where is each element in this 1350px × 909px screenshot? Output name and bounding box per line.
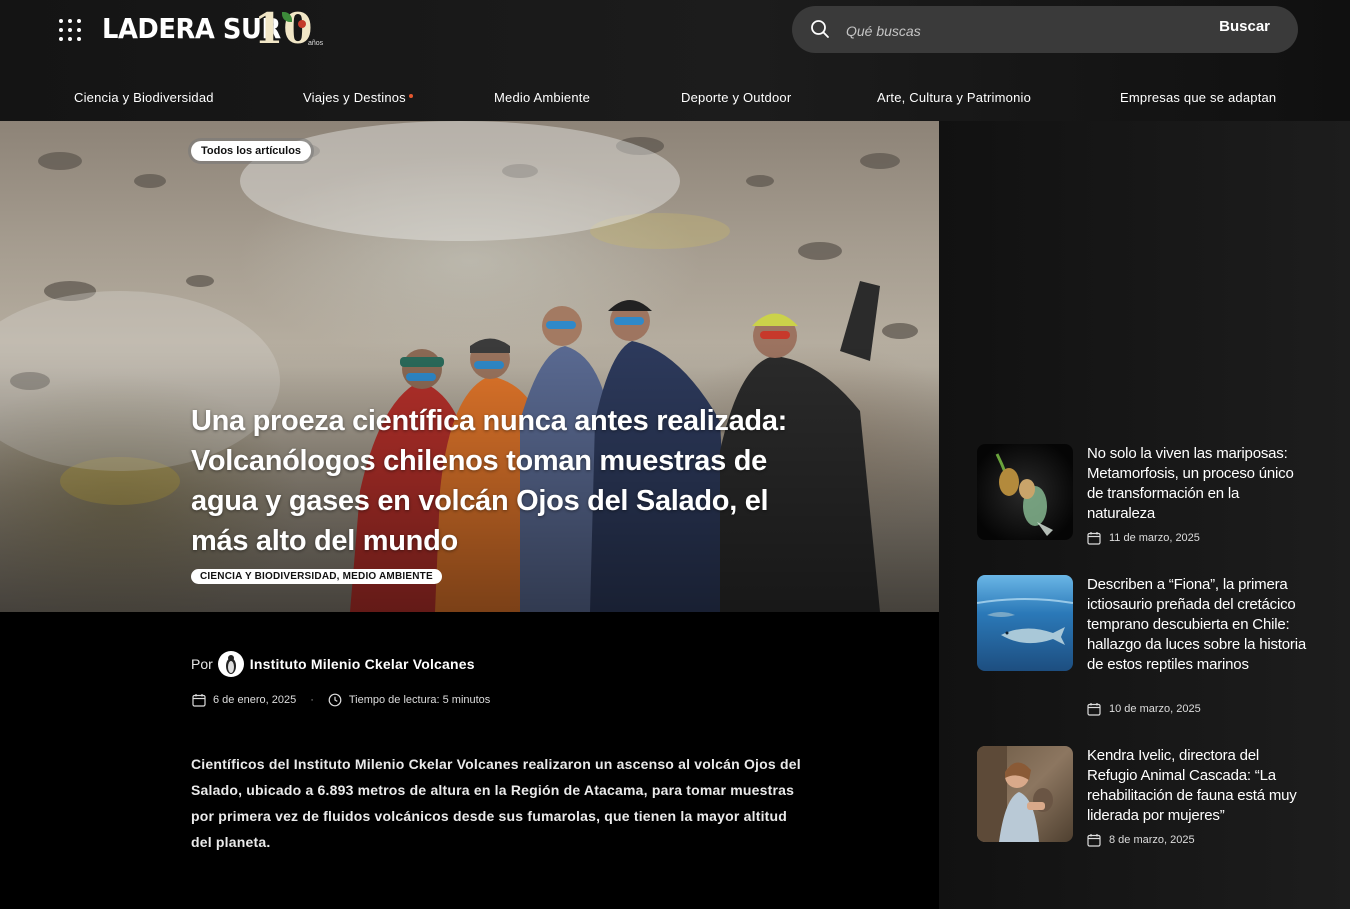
hero-image: Todos los artículos Una proeza científic…: [0, 121, 939, 612]
new-indicator-dot: [408, 94, 413, 98]
logo-anos: años: [308, 40, 324, 47]
nav-item-medio-ambiente[interactable]: Medio Ambiente: [494, 90, 590, 105]
related-title: No solo la viven las mariposas: Metamorf…: [1087, 445, 1294, 522]
nav-item-viajes[interactable]: Viajes y Destinos: [303, 90, 413, 105]
reading-time: Tiempo de lectura: 5 minutos: [348, 694, 491, 706]
nav-item-arte[interactable]: Arte, Cultura y Patrimonio: [877, 90, 1031, 105]
search-button[interactable]: Buscar: [1219, 18, 1270, 35]
related-thumbnail-metamorphosis: [977, 444, 1073, 540]
related-date: 8 de marzo, 2025: [1087, 833, 1195, 847]
meta-separator: ·: [310, 694, 314, 706]
related-article-card[interactable]: Kendra Ivelic, directora del Refugio Ani…: [977, 746, 1317, 848]
article-title: Una proeza científica nunca antes realiz…: [191, 405, 787, 557]
related-title: Kendra Ivelic, directora del Refugio Ani…: [1087, 747, 1297, 824]
site-header: LADERA SUR 10 años Buscar Ciencia y Biod…: [0, 0, 1350, 121]
ichthyosaur-image: [977, 598, 1073, 645]
woman-with-animal-image: [977, 746, 1053, 842]
nav-item-ciencia[interactable]: Ciencia y Biodiversidad: [74, 90, 214, 105]
grid-menu-icon[interactable]: [58, 18, 82, 42]
author-name-link[interactable]: Instituto Milenio Ckelar Volcanes: [250, 656, 475, 672]
logo-anniversary-number: 10: [254, 4, 313, 53]
insect-image: [995, 453, 1053, 536]
nav-item-viajes-label: Viajes y Destinos: [303, 90, 406, 105]
clock-icon: [328, 693, 342, 707]
penguin-icon: [225, 655, 236, 674]
nav-item-deporte[interactable]: Deporte y Outdoor: [681, 90, 791, 105]
byline: Por Instituto Milenio Ckelar Volcanes: [191, 650, 475, 678]
nav-item-empresas[interactable]: Empresas que se adaptan: [1120, 90, 1276, 105]
related-title: Describen a “Fiona”, la primera ictiosau…: [1087, 576, 1306, 673]
main-nav: Ciencia y Biodiversidad Viajes y Destino…: [0, 90, 1350, 114]
article-lead: Científicos del Instituto Milenio Ckelar…: [191, 756, 801, 850]
calendar-icon: [1087, 532, 1101, 545]
article-meta: 6 de enero, 2025 · Tiempo de lectura: 5 …: [192, 691, 490, 709]
article-date: 6 de enero, 2025: [213, 694, 297, 706]
related-article-card[interactable]: Describen a “Fiona”, la primera ictiosau…: [977, 575, 1317, 717]
search-bar: Buscar: [792, 6, 1298, 55]
related-date: 10 de marzo, 2025: [1087, 702, 1201, 716]
calendar-icon: [1087, 703, 1101, 716]
search-icon: [811, 20, 829, 38]
related-thumbnail-kendra: [977, 746, 1073, 842]
related-date: 11 de marzo, 2025: [1087, 531, 1200, 545]
calendar-icon: [192, 694, 206, 707]
author-avatar[interactable]: [217, 651, 244, 677]
search-input[interactable]: [844, 6, 1178, 55]
berry-icon: [298, 20, 306, 28]
related-date-text: 8 de marzo, 2025: [1109, 834, 1195, 846]
byline-prefix: Por: [191, 656, 213, 672]
related-thumbnail-ichthyosaur: [977, 575, 1073, 671]
category-tag[interactable]: CIENCIA Y BIODIVERSIDAD, MEDIO AMBIENTE: [191, 569, 442, 584]
related-sidebar: No solo la viven las mariposas: Metamorf…: [939, 121, 1350, 909]
all-articles-tag[interactable]: Todos los artículos: [191, 141, 312, 161]
related-date-text: 11 de marzo, 2025: [1109, 532, 1200, 544]
calendar-icon: [1087, 834, 1101, 847]
related-date-text: 10 de marzo, 2025: [1109, 703, 1201, 715]
site-logo[interactable]: LADERA SUR 10 años: [102, 6, 323, 52]
related-article-card[interactable]: No solo la viven las mariposas: Metamorf…: [977, 444, 1317, 545]
